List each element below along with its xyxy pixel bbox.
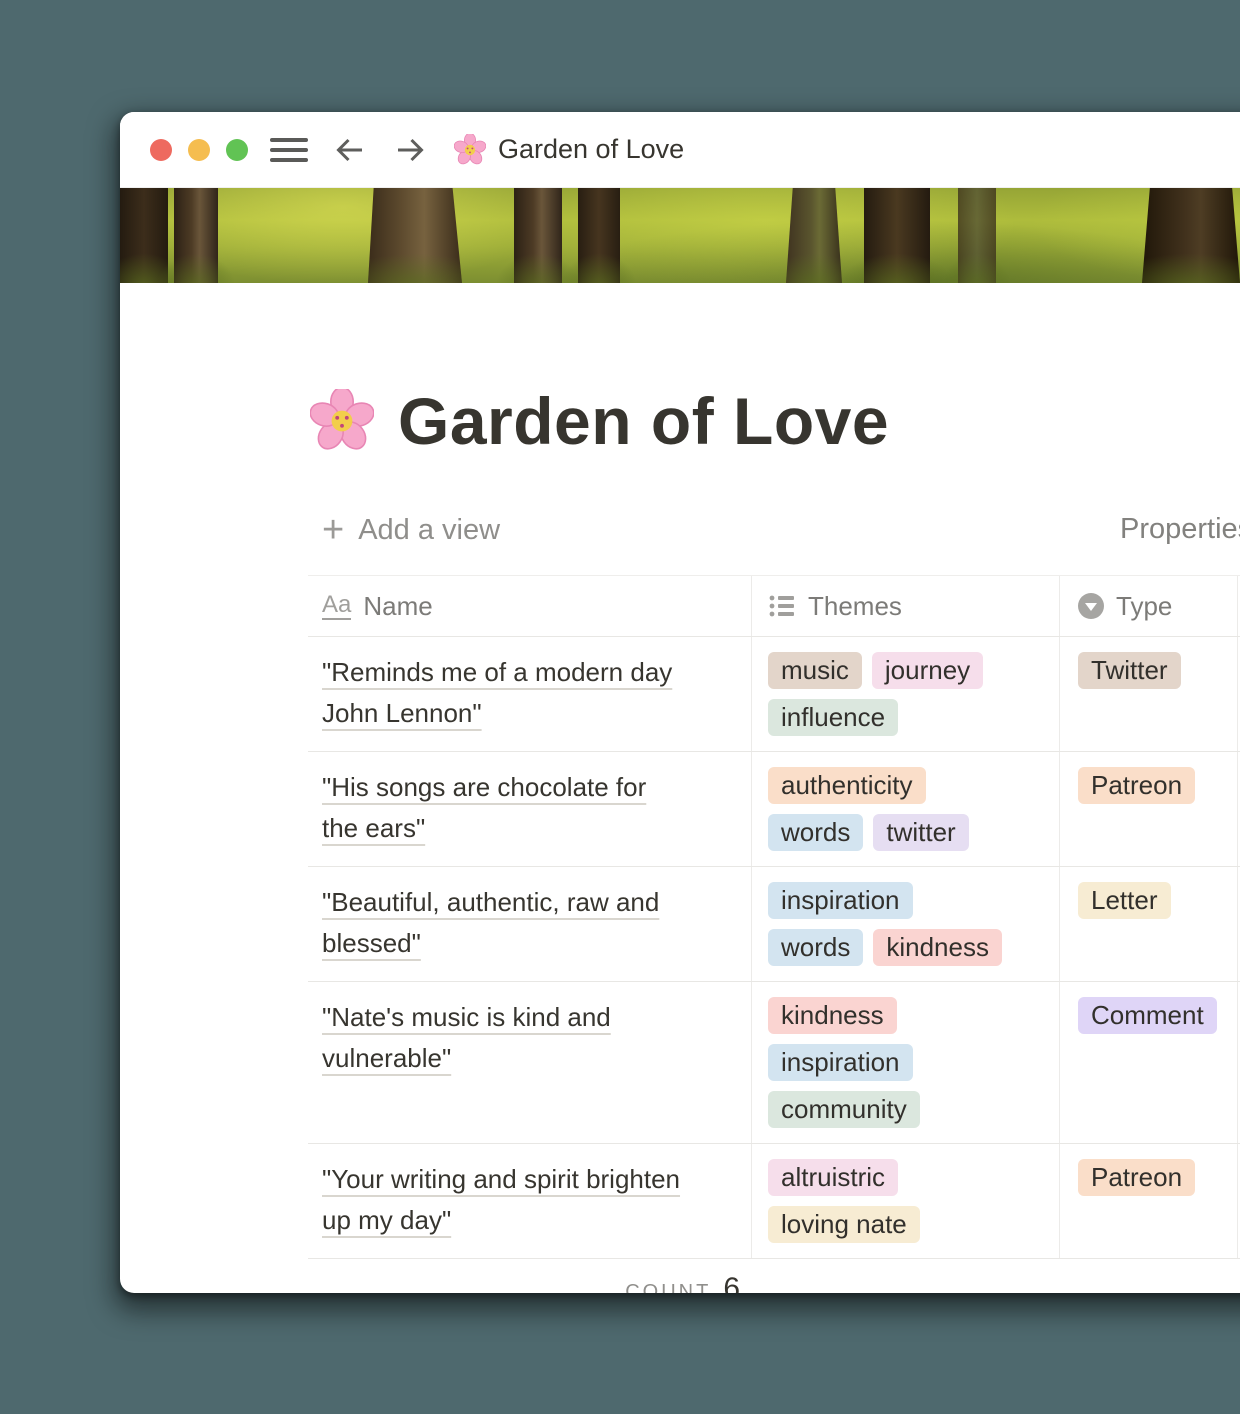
column-label: Themes (808, 591, 902, 622)
window-title: Garden of Love (498, 134, 684, 165)
window-titlebar: Garden of Love (120, 112, 1240, 188)
tag-inspiration[interactable]: inspiration (768, 882, 913, 919)
count-label: COUNT (625, 1281, 711, 1293)
page-icon-cherry-blossom[interactable] (310, 389, 374, 453)
select-icon (1078, 593, 1104, 619)
type-cell[interactable]: Comment (1060, 982, 1238, 1143)
tree-trunk (1142, 188, 1240, 283)
tag-loving-nate[interactable]: loving nate (768, 1206, 920, 1243)
database-table: Aa Name Themes Type "Reminds me of a mod… (308, 575, 1240, 1293)
close-window-button[interactable] (150, 139, 172, 161)
count-value: 6 (723, 1272, 740, 1293)
tag-Patreon[interactable]: Patreon (1078, 767, 1195, 804)
desktop: { "colors": { "backdrop": "#4E696E", "tr… (0, 0, 1240, 1414)
type-cell[interactable]: Twitter (1060, 637, 1238, 751)
column-label: Name (363, 591, 432, 622)
tag-kindness[interactable]: kindness (768, 997, 897, 1034)
add-view-button[interactable]: + Add a view (322, 511, 500, 549)
view-toolbar: + Add a view Properties (120, 511, 1240, 553)
properties-button[interactable]: Properties (1120, 513, 1240, 546)
row-name-text: "Nate's music is kind and vulnerable" (322, 1002, 611, 1073)
tag-Patreon[interactable]: Patreon (1078, 1159, 1195, 1196)
multi-select-icon (768, 592, 796, 620)
themes-cell[interactable]: authenticity words twitter (752, 752, 1060, 866)
name-cell[interactable]: "Beautiful, authentic, raw and blessed" (308, 867, 752, 981)
forward-icon[interactable] (392, 132, 428, 168)
tree-trunk (786, 188, 842, 283)
tree-trunk (514, 188, 562, 283)
table-footer: COUNT 6 (308, 1259, 1240, 1293)
table-row: "Your writing and spirit brighten up my … (308, 1144, 1240, 1259)
table-header-row: Aa Name Themes Type (308, 575, 1240, 637)
plus-icon: + (322, 511, 344, 549)
title-property-icon: Aa (322, 593, 351, 620)
themes-cell[interactable]: music journey influence (752, 637, 1060, 751)
tree-trunk (174, 188, 218, 283)
row-name-text: "Reminds me of a modern day John Lennon" (322, 657, 672, 728)
row-name-text: "His songs are chocolate for the ears" (322, 772, 646, 843)
zoom-window-button[interactable] (226, 139, 248, 161)
themes-cell[interactable]: inspiration words kindness (752, 867, 1060, 981)
cherry-blossom-emoji (454, 134, 486, 166)
tag-Twitter[interactable]: Twitter (1078, 652, 1181, 689)
add-view-label: Add a view (358, 514, 500, 547)
table-row: "Beautiful, authentic, raw and blessed" … (308, 867, 1240, 982)
tree-trunk (864, 188, 930, 283)
column-header-themes[interactable]: Themes (752, 576, 1060, 636)
tag-music[interactable]: music (768, 652, 862, 689)
type-cell[interactable]: Letter (1060, 867, 1238, 981)
table-row: "His songs are chocolate for the ears" a… (308, 752, 1240, 867)
tag-kindness[interactable]: kindness (873, 929, 1002, 966)
type-cell[interactable]: Patreon (1060, 752, 1238, 866)
themes-cell[interactable]: kindness inspiration community (752, 982, 1060, 1143)
tag-twitter[interactable]: twitter (873, 814, 968, 851)
themes-cell[interactable]: altruistric loving nate (752, 1144, 1060, 1258)
cover-image[interactable] (120, 188, 1240, 283)
back-icon[interactable] (332, 132, 368, 168)
tag-influence[interactable]: influence (768, 699, 898, 736)
tree-trunk (578, 188, 620, 283)
tag-altruistric[interactable]: altruistric (768, 1159, 898, 1196)
tree-trunk (958, 188, 996, 283)
table-row: "Nate's music is kind and vulnerable" ki… (308, 982, 1240, 1144)
tag-authenticity[interactable]: authenticity (768, 767, 926, 804)
name-cell[interactable]: "Nate's music is kind and vulnerable" (308, 982, 752, 1143)
minimize-window-button[interactable] (188, 139, 210, 161)
row-name-text: "Your writing and spirit brighten up my … (322, 1164, 680, 1235)
type-cell[interactable]: Patreon (1060, 1144, 1238, 1258)
table-row: "Reminds me of a modern day John Lennon"… (308, 637, 1240, 752)
tag-inspiration[interactable]: inspiration (768, 1044, 913, 1081)
tag-words[interactable]: words (768, 929, 863, 966)
tag-Comment[interactable]: Comment (1078, 997, 1217, 1034)
row-name-text: "Beautiful, authentic, raw and blessed" (322, 887, 659, 958)
tag-Letter[interactable]: Letter (1078, 882, 1171, 919)
table-body: "Reminds me of a modern day John Lennon"… (308, 637, 1240, 1259)
column-header-name[interactable]: Aa Name (308, 576, 752, 636)
traffic-lights (150, 139, 248, 161)
column-label: Type (1116, 591, 1172, 622)
count-aggregate[interactable]: COUNT 6 (308, 1272, 752, 1293)
app-window: Garden of Love Garden of Love + Add a vi… (120, 112, 1240, 1293)
menu-icon[interactable] (270, 138, 308, 162)
page-title[interactable]: Garden of Love (398, 383, 889, 459)
tag-journey[interactable]: journey (872, 652, 983, 689)
column-header-type[interactable]: Type (1060, 576, 1238, 636)
name-cell[interactable]: "His songs are chocolate for the ears" (308, 752, 752, 866)
tag-community[interactable]: community (768, 1091, 920, 1128)
name-cell[interactable]: "Reminds me of a modern day John Lennon" (308, 637, 752, 751)
tag-words[interactable]: words (768, 814, 863, 851)
tree-trunk (368, 188, 462, 283)
name-cell[interactable]: "Your writing and spirit brighten up my … (308, 1144, 752, 1258)
page-header: Garden of Love (310, 383, 1240, 459)
